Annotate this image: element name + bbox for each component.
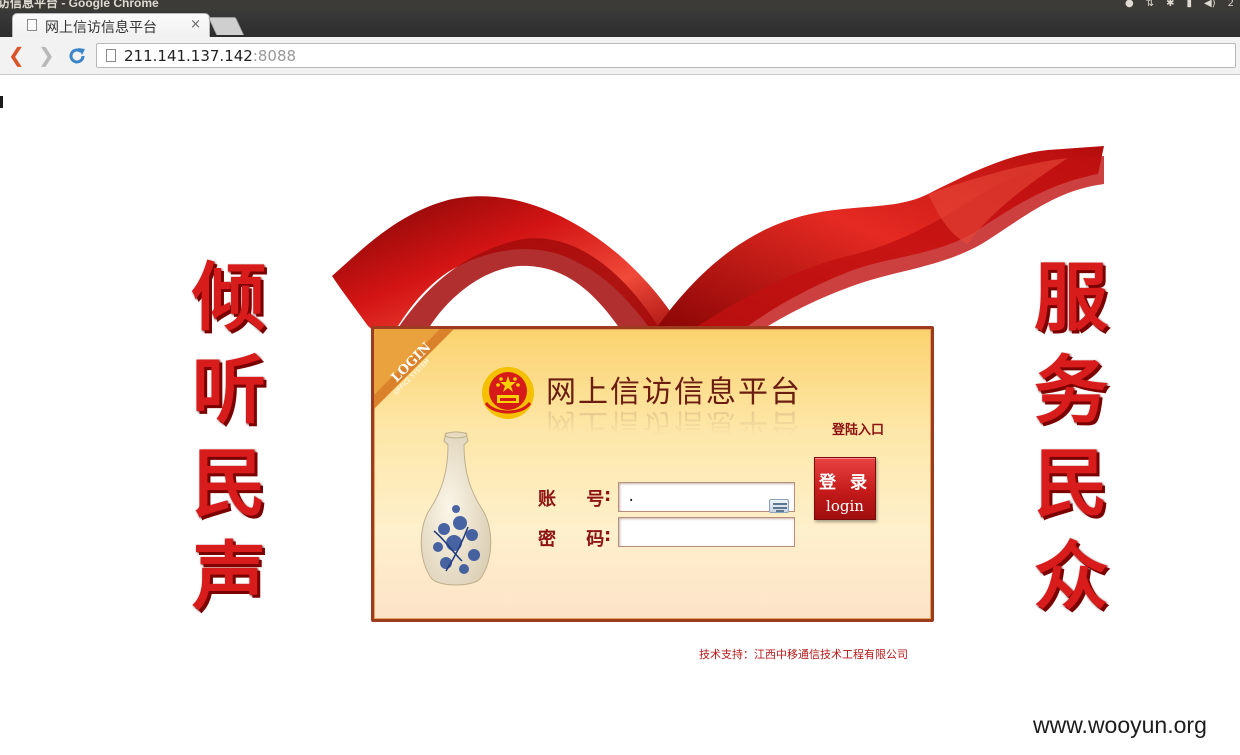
tab-active[interactable]: 网上信访信息平台 × bbox=[12, 13, 210, 37]
login-button[interactable]: 登 录 login bbox=[814, 457, 876, 520]
slogan-char: 民 bbox=[1034, 441, 1108, 527]
chat-icon[interactable]: ● bbox=[1125, 0, 1134, 10]
login-corner-badge: LOGIN OFFICE SYSTEM bbox=[374, 329, 454, 409]
page-icon bbox=[106, 49, 116, 62]
page-icon bbox=[27, 19, 37, 31]
page-content: 倾 听 民 声 服 务 民 众 LOGIN OFFICE SYSTEM 网上信访… bbox=[0, 76, 1240, 755]
browser-toolbar: ❮ ❯ 211.141.137.142:8088 bbox=[0, 37, 1240, 75]
battery-icon[interactable]: ▮ bbox=[1187, 0, 1193, 10]
window-title: 访信息平台 - Google Chrome bbox=[0, 0, 159, 10]
right-slogan: 服 务 民 众 bbox=[1026, 252, 1116, 624]
clock[interactable]: 2 bbox=[1228, 0, 1234, 10]
system-tray: ● ⇅ ✱ ▮ ◀) 2 bbox=[1125, 0, 1240, 10]
slogan-char: 众 bbox=[1034, 534, 1108, 620]
national-emblem-icon bbox=[482, 367, 534, 419]
watermark-text: www.wooyun.org bbox=[1033, 712, 1207, 738]
tab-close-icon[interactable]: × bbox=[190, 17, 201, 32]
new-tab-button[interactable] bbox=[207, 17, 245, 35]
tab-title: 网上信访信息平台 bbox=[45, 20, 157, 36]
slogan-char: 务 bbox=[1034, 348, 1108, 434]
slogan-char: 倾 bbox=[192, 255, 266, 341]
url-port: :8088 bbox=[252, 47, 297, 65]
slogan-char: 听 bbox=[192, 348, 266, 434]
platform-title-reflection: 网上信访信息平台 bbox=[546, 406, 802, 441]
address-bar[interactable]: 211.141.137.142:8088 bbox=[96, 43, 1236, 68]
url-host: 211.141.137.142 bbox=[124, 47, 253, 65]
back-arrow-icon[interactable]: ❮ bbox=[8, 45, 30, 67]
login-button-zh: 登 录 bbox=[819, 473, 871, 493]
porcelain-vase-image bbox=[420, 431, 492, 586]
scroll-edge-mark bbox=[0, 96, 3, 108]
slogan-char: 服 bbox=[1034, 255, 1108, 341]
os-top-bar: 访信息平台 - Google Chrome ● ⇅ ✱ ▮ ◀) 2 bbox=[0, 0, 1240, 10]
forward-arrow-icon[interactable]: ❯ bbox=[38, 45, 60, 67]
login-panel: LOGIN OFFICE SYSTEM 网上信访信息平台 网上信访信息平台 登陆… bbox=[371, 326, 934, 622]
tab-strip: 网上信访信息平台 × bbox=[0, 10, 1240, 37]
login-button-en: login bbox=[826, 497, 864, 515]
username-colon: : bbox=[604, 485, 612, 506]
reload-icon[interactable] bbox=[66, 45, 88, 67]
password-input[interactable] bbox=[618, 517, 795, 547]
bluetooth-icon[interactable]: ✱ bbox=[1166, 0, 1174, 10]
login-entry-label: 登陆入口 bbox=[832, 423, 885, 438]
url-text[interactable]: 211.141.137.142:8088 bbox=[124, 47, 296, 65]
slogan-char: 声 bbox=[192, 534, 266, 620]
slogan-char: 民 bbox=[192, 441, 266, 527]
tech-support-text: 技术支持：江西中移通信技术工程有限公司 bbox=[699, 648, 908, 661]
network-icon[interactable]: ⇅ bbox=[1146, 0, 1154, 10]
volume-icon[interactable]: ◀) bbox=[1204, 0, 1216, 10]
password-colon: : bbox=[604, 525, 612, 546]
soft-keyboard-icon[interactable] bbox=[769, 499, 789, 513]
left-slogan: 倾 听 民 声 bbox=[184, 252, 274, 624]
